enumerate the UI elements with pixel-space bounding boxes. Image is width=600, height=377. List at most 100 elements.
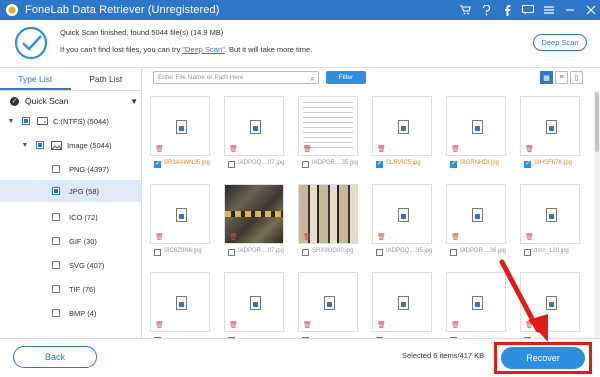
file-thumbnail[interactable]: 🗑 [520,184,580,244]
file-cell[interactable]: 🗑 [293,266,358,338]
file-name: SR9AAWN35.jpg [164,160,210,166]
chat-icon[interactable] [519,1,537,19]
list-view-icon[interactable]: ≡ [555,71,568,84]
file-cell[interactable]: 🗑 SIGRNHDI.jpg [441,90,506,172]
file-cell[interactable]: 🗑 IADPGR....35.jpg [293,90,358,172]
type-row-gif[interactable]: GIF (30) [0,230,141,252]
type-label: TIF (76) [69,284,96,294]
file-thumbnail[interactable]: 🗑 [446,96,506,156]
file-checkbox[interactable] [154,159,161,168]
file-thumbnail[interactable]: 🗑 [520,272,580,332]
type-checkbox[interactable] [52,309,60,317]
chevron-down-icon[interactable]: ▼ [20,142,30,149]
file-cell[interactable]: 🗑 SR9AAWN35.jpg [145,90,210,172]
quick-scan-dropdown[interactable]: ✓ Quick Scan ▼ [10,94,138,108]
file-cell[interactable]: 🗑 [219,266,284,338]
type-row-png[interactable]: PNG (4397) [0,158,141,180]
file-checkbox[interactable] [376,249,383,256]
tab-path-list[interactable]: Path List [71,68,142,90]
image-checkbox[interactable] [36,141,44,149]
tree-image[interactable]: ▼ Image (5044) [0,134,141,156]
file-thumbnail[interactable]: 🗑 [446,272,506,332]
file-checkbox[interactable] [302,249,309,256]
search-input[interactable]: Enter File Name or Path Here ⌕ [153,71,319,84]
cart-icon[interactable] [456,1,474,19]
back-button[interactable]: Back [13,346,97,368]
scrollbar-thumb[interactable] [595,92,599,152]
type-row-bmp[interactable]: BMP (4) [0,302,141,324]
tree-drive[interactable]: ▼ C:(NTFS) (5044) [0,110,141,132]
deep-scan-link[interactable]: "Deep Scan" [182,45,224,54]
type-checkbox[interactable] [52,237,60,245]
file-cell[interactable]: 🗑 SIHSF67K.jpg [515,90,580,172]
file-cell[interactable]: 🗑 SIC6Z8N6.jpg [145,178,210,260]
file-cell[interactable]: 🗑 IADPGQ....07.jpg [219,90,284,172]
file-checkbox[interactable] [228,161,235,168]
facebook-icon[interactable] [498,1,516,19]
drive-checkbox[interactable] [22,117,30,125]
image-file-icon [472,208,483,222]
file-thumbnail[interactable]: 🗑 [298,184,358,244]
type-checkbox[interactable] [52,261,60,269]
file-cell[interactable]: 🗑 IADPGR....36.jpg [441,178,506,260]
file-checkbox[interactable] [450,159,457,168]
file-cell[interactable]: 🗑 SRX8OG00.jpg [293,178,358,260]
thumbnail-view-icon[interactable]: ▦ [540,71,553,84]
file-checkbox[interactable] [524,249,531,256]
minimize-icon[interactable] [561,1,579,19]
file-name: SIHSF67K.jpg [534,160,573,166]
question-icon[interactable] [477,1,495,19]
tab-type-list[interactable]: Type List [0,68,71,90]
menu-icon[interactable] [540,1,558,19]
type-row-ico[interactable]: ICO (72) [0,206,141,228]
file-cell[interactable]: 🗑 [145,266,210,338]
file-thumbnail[interactable]: 🗑 [372,272,432,332]
file-checkbox[interactable] [376,159,383,168]
file-cell[interactable]: 🗑 IADPGR....07.jpg [219,178,284,260]
file-thumbnail[interactable]: 🗑 [298,272,358,332]
type-checkbox[interactable] [52,187,60,195]
filter-button[interactable]: Filter [326,71,366,84]
type-checkbox[interactable] [52,213,60,221]
file-checkbox[interactable] [302,161,309,168]
file-cell[interactable]: 🗑 [367,266,432,338]
type-checkbox[interactable] [52,285,60,293]
type-row-jpg[interactable]: JPG (58) [0,180,141,202]
file-thumbnail[interactable]: 🗑 [224,96,284,156]
chevron-down-icon[interactable]: ▼ [6,118,16,125]
file-cell[interactable]: 🗑 [441,266,506,338]
file-checkbox[interactable] [228,249,235,256]
file-thumbnail[interactable]: 🗑 [372,184,432,244]
image-file-icon [324,296,335,310]
file-thumbnail[interactable]: 🗑 [224,272,284,332]
recover-button[interactable]: Recover [501,347,585,369]
file-thumbnail[interactable]: 🗑 [372,96,432,156]
deep-scan-button[interactable]: Deep Scan [533,34,587,51]
file-checkbox[interactable] [450,249,457,256]
file-checkbox[interactable] [524,159,531,168]
type-row-tif[interactable]: TIF (76) [0,278,141,300]
close-icon[interactable] [582,1,600,19]
file-cell[interactable]: 🗑 dmn_120.jpg [515,178,580,260]
grid-scrollbar[interactable] [594,90,600,338]
file-thumbnail[interactable]: 🗑 [446,184,506,244]
file-cell[interactable]: 🗑 IADPGQ....95.jpg [367,178,432,260]
type-row-svg[interactable]: SVG (407) [0,254,141,276]
file-thumbnail[interactable]: 🗑 [150,184,210,244]
file-checkbox[interactable] [154,249,161,256]
file-cell[interactable]: 🗑 [515,266,580,338]
file-thumbnail[interactable]: 🗑 [298,96,358,156]
file-cell[interactable]: 🗑 SLRVIC5.jpg [367,90,432,172]
search-icon[interactable]: ⌕ [311,73,315,84]
file-thumbnail[interactable]: 🗑 [150,272,210,332]
file-thumbnail[interactable]: 🗑 [224,184,284,244]
file-thumbnail[interactable]: 🗑 [520,96,580,156]
type-checkbox[interactable] [52,165,60,173]
trash-icon: 🗑 [229,146,238,153]
image-file-icon [176,296,187,310]
detail-view-icon[interactable]: ▯ [570,71,583,84]
file-name: SIC6Z8N6.jpg [164,248,202,254]
file-name: SLRVIC5.jpg [386,160,421,166]
image-file-icon [250,120,261,134]
file-thumbnail[interactable]: 🗑 [150,96,210,156]
